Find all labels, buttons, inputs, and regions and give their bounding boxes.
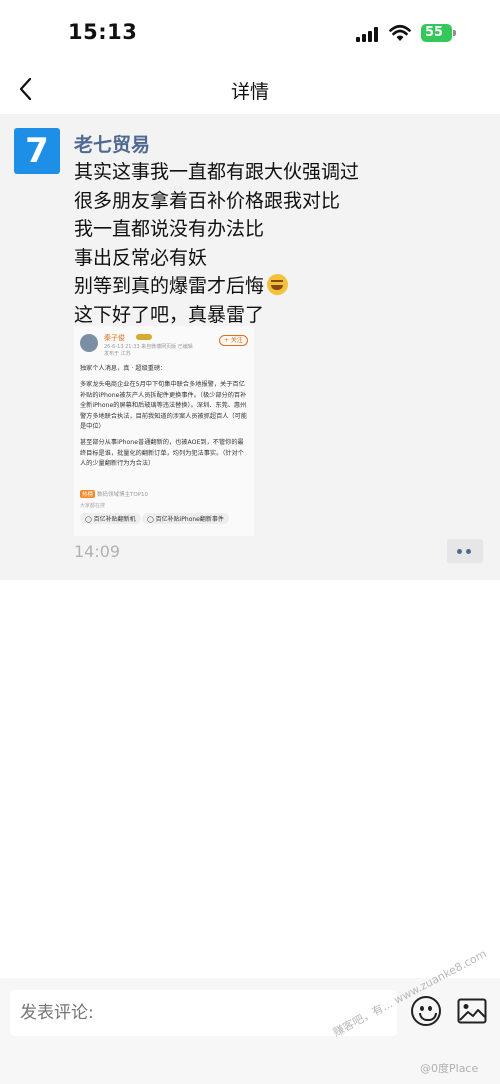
embed-body: 独家个人消息，真 · 超级重磅： 多家龙头电商企业在5月中下旬集中联合多地报警，…	[80, 364, 248, 476]
avatar[interactable]: 7	[14, 128, 60, 174]
post-line-with-emoji: 别等到真的爆雷才后悔	[74, 272, 484, 301]
comment-bar: 赚客吧，有... www.zuanke8.com @0度Place	[0, 947, 500, 1084]
embed-meta-location: 发布于 江苏	[104, 351, 131, 357]
post-card: 7 老七贸易 其实这事我一直都有跟大伙强调过 很多朋友拿着百补价格跟我对比 我一…	[0, 114, 500, 580]
battery-icon: 55	[421, 24, 452, 42]
embed-tag: 热榜 数码领域博主TOP10	[80, 490, 148, 498]
post-line: 很多朋友拿着百补价格跟我对比	[74, 189, 341, 212]
embed-search-chip: ◯ 百亿补贴翻新机	[80, 513, 141, 524]
embed-tag-badge: 热榜	[80, 490, 96, 498]
laughing-crying-emoji-icon	[267, 274, 289, 295]
embed-meta: 26-6-13 21:33 来自微博网页版 已编辑 发布于 江苏	[104, 343, 193, 357]
embed-meta-time: 26-6-13 21:33 来自微博网页版 已编辑	[104, 344, 193, 350]
post-line: 别等到真的爆雷才后悔	[74, 275, 265, 297]
signal-icon	[356, 27, 378, 42]
more-button[interactable]	[447, 539, 483, 563]
embed-badge-icon	[136, 334, 152, 340]
post-line: 事出反常必有妖	[74, 246, 208, 269]
post-content: 其实这事我一直都有跟大伙强调过 很多朋友拿着百补价格跟我对比 我一直都说没有办法…	[74, 158, 484, 329]
nav-bar: 详情	[0, 66, 500, 114]
embed-tag-text: 数码领域博主TOP10	[97, 492, 149, 498]
watermark-signature: @0度Place	[420, 1062, 479, 1075]
post-line: 这下好了吧，真暴雷了	[74, 303, 265, 326]
status-bar: 15:13 55	[0, 0, 500, 66]
battery-level: 55	[424, 25, 444, 40]
embed-search-title: 大家都在搜	[80, 503, 106, 509]
embed-paragraph: 独家个人消息，真 · 超级重磅：	[80, 365, 167, 372]
embed-search-chip: ◯ 百亿补贴iPhone翻新事件	[142, 513, 229, 524]
status-time: 15:13	[68, 20, 138, 44]
emoji-icon[interactable]	[411, 996, 441, 1026]
battery-cap	[453, 30, 456, 36]
post-time: 14:09	[74, 542, 121, 561]
post-line: 我一直都说没有办法比	[74, 218, 265, 240]
embed-paragraph: 甚至部分从事iPhone普通翻新的，也被AOE到，不管你的最终目标是谁，批量化的…	[80, 439, 244, 468]
image-icon[interactable]	[457, 998, 487, 1024]
embedded-screenshot-image[interactable]: 秦子俊 26-6-13 21:33 来自微博网页版 已编辑 发布于 江苏 + 关…	[74, 326, 254, 536]
dot-icon	[457, 549, 462, 554]
wifi-icon	[389, 24, 411, 41]
page-title: 详情	[230, 81, 269, 103]
post-line: 其实这事我一直都有跟大伙强调过	[74, 161, 360, 183]
embed-username: 秦子俊	[104, 334, 125, 342]
username[interactable]: 老七贸易	[74, 130, 150, 157]
embed-follow-button: + 关注	[219, 335, 248, 346]
embed-avatar	[80, 334, 98, 352]
embed-paragraph: 多家龙头电商企业在5月中下旬集中联合多地报警，关于百亿补贴的iPhone被灰产人…	[80, 381, 248, 431]
dot-icon	[466, 549, 471, 554]
